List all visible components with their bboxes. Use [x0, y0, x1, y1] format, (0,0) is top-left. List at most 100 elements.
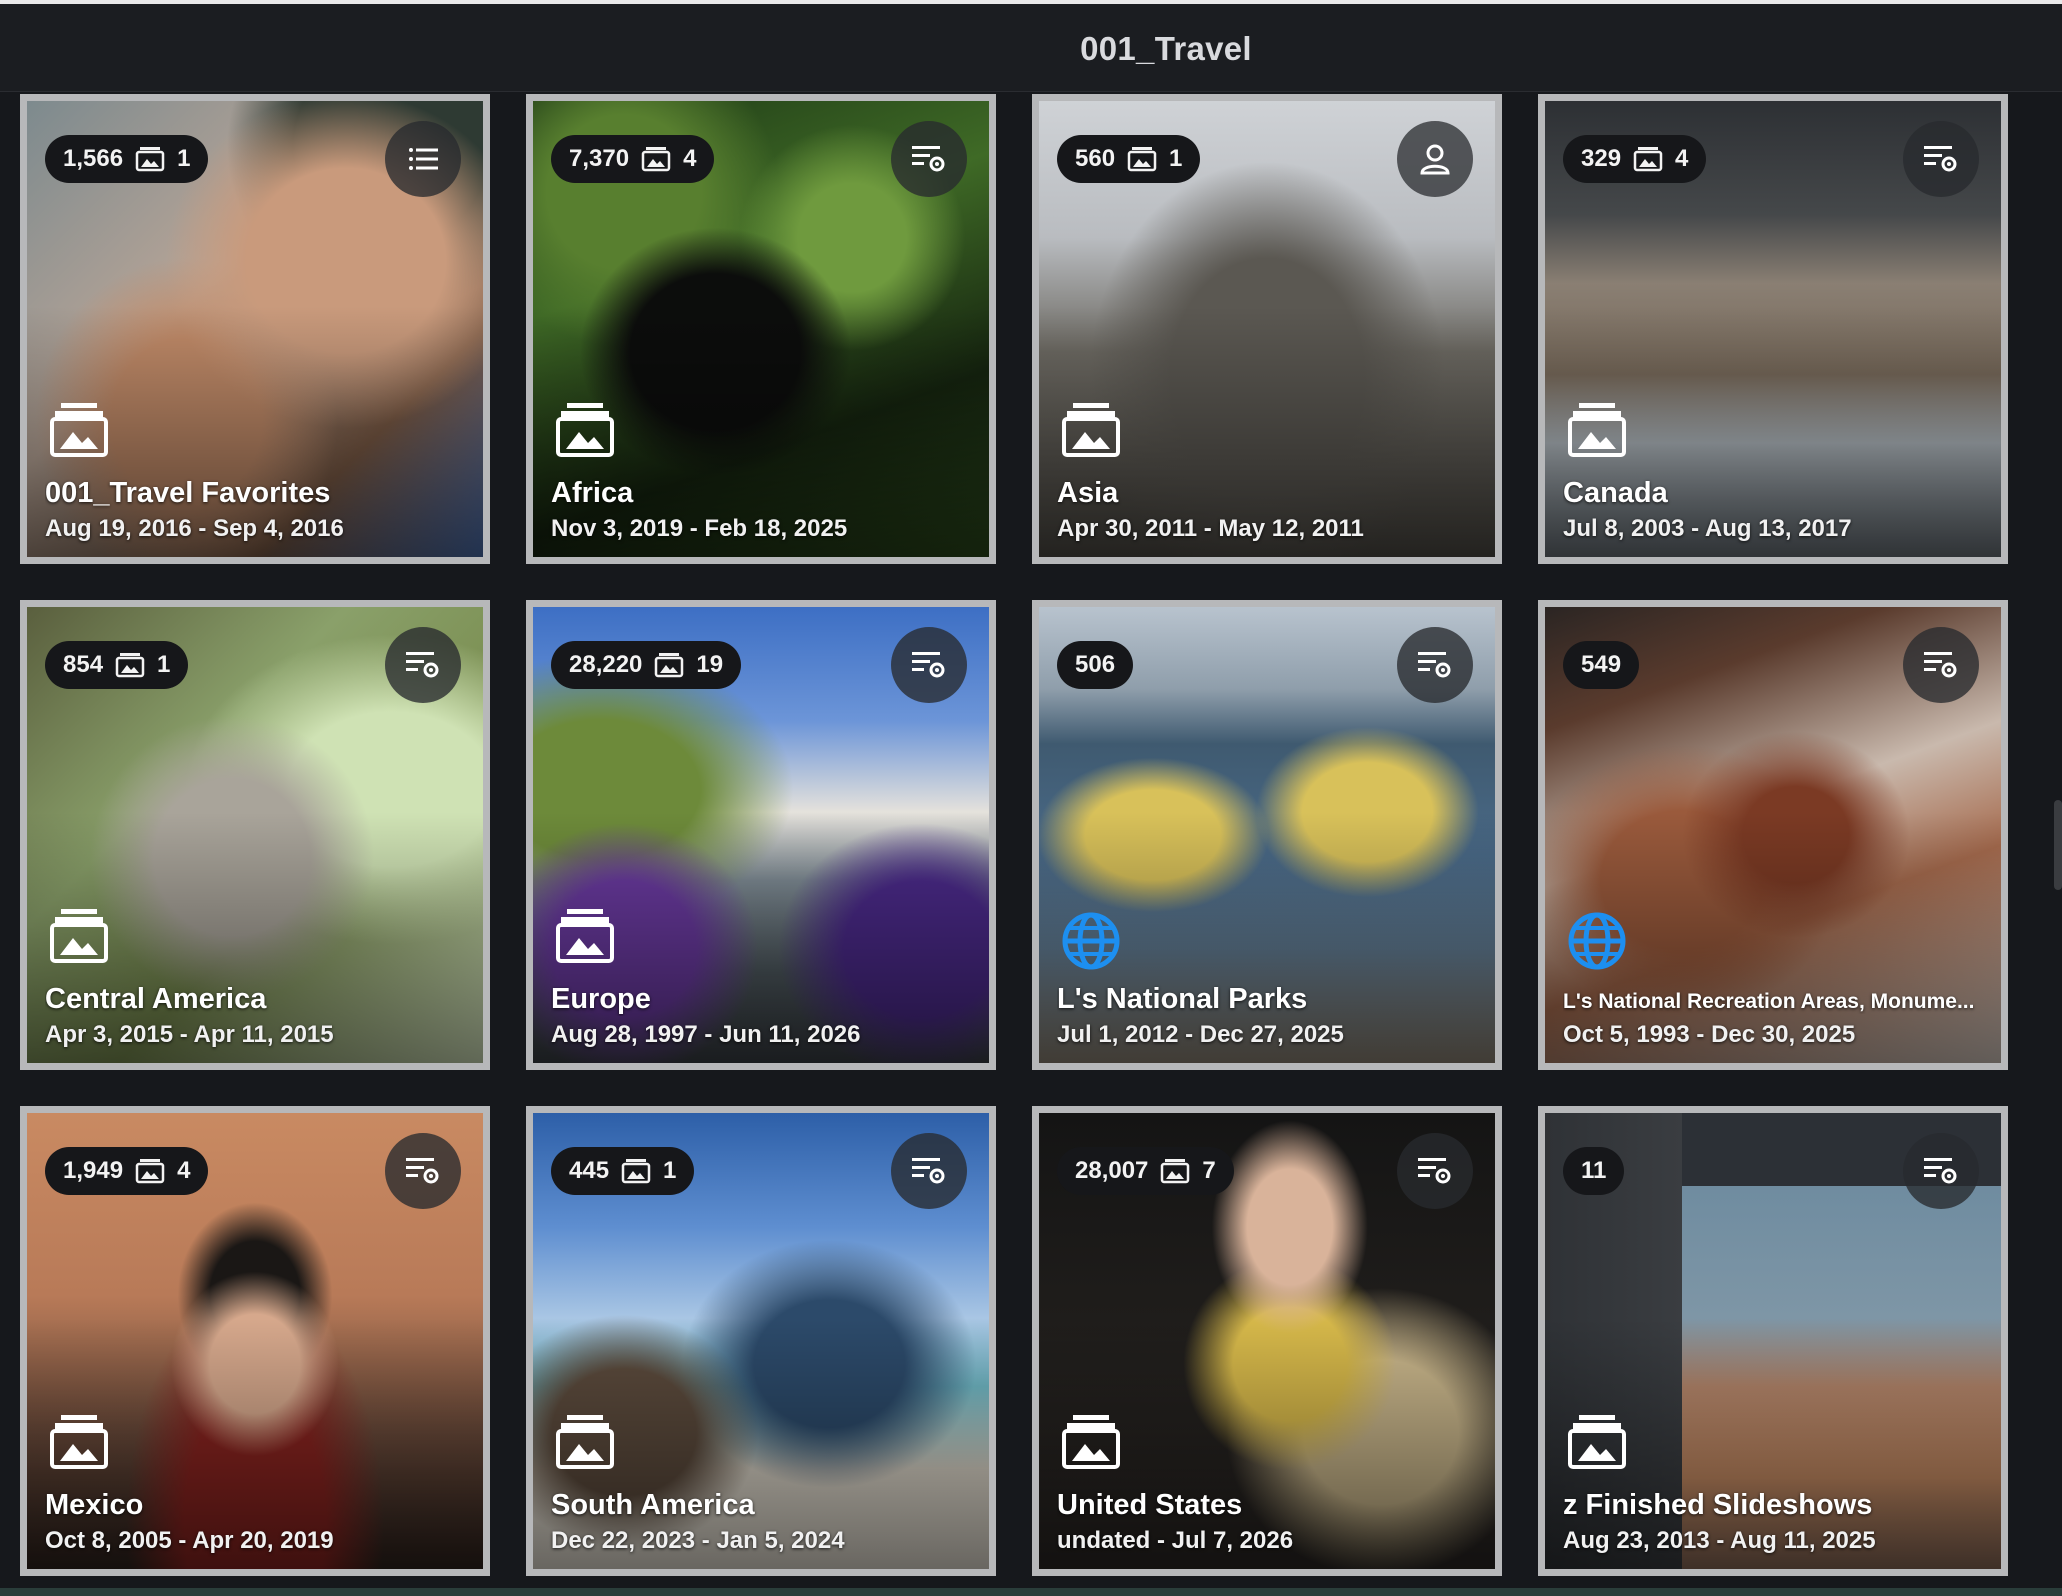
album-dates: Jul 1, 2012 - Dec 27, 2025 [1057, 1021, 1344, 1048]
photo-count: 329 [1581, 145, 1622, 172]
photo-count: 549 [1581, 651, 1622, 678]
filter-settings-button[interactable] [385, 627, 461, 703]
album-card[interactable]: 28,007 7 United States undated - Jul 7, … [1032, 1106, 1502, 1576]
album-dates: Aug 23, 2013 - Aug 11, 2025 [1563, 1527, 1876, 1554]
album-grid: 1,566 1 001_Travel Favorites Aug 19, 201… [20, 94, 2008, 1576]
album-title: z Finished Slideshows [1563, 1489, 1873, 1521]
album-card[interactable]: 1,949 4 Mexico Oct 8, 2005 - Apr 20, 201… [20, 1106, 490, 1576]
album-title: Central America [45, 983, 267, 1015]
album-card[interactable]: 560 1 Asia Apr 30, 2011 - May 12, 2011 [1032, 94, 1502, 564]
item-count-badge: 445 1 [551, 1147, 695, 1195]
album-card[interactable]: 28,220 19 Europe Aug 28, 1997 - Jun 11, … [526, 600, 996, 1070]
filter-settings-icon [1418, 652, 1451, 678]
photo-count: 1,949 [63, 1157, 124, 1184]
album-icon [1568, 1415, 1626, 1469]
filter-settings-button[interactable] [1397, 627, 1473, 703]
person-button[interactable] [1397, 121, 1473, 197]
album-card[interactable]: 549 L's National Recreation Areas, Monum… [1538, 600, 2008, 1070]
item-count-badge: 506 [1057, 641, 1134, 689]
album-card[interactable]: 11 z Finished Slideshows Aug 23, 2013 - … [1538, 1106, 2008, 1576]
filter-settings-button[interactable] [891, 1133, 967, 1209]
album-title: Canada [1563, 477, 1668, 509]
album-icon [115, 653, 145, 678]
photo-count: 28,220 [569, 651, 643, 678]
album-count: 1 [1169, 145, 1183, 172]
album-card[interactable]: 7,370 4 Africa Nov 3, 2019 - Feb 18, 202… [526, 94, 996, 564]
photo-count: 11 [1581, 1157, 1607, 1184]
filter-settings-button[interactable] [891, 121, 967, 197]
filter-settings-button[interactable] [891, 627, 967, 703]
globe-icon [1568, 912, 1626, 970]
album-title: Mexico [45, 1489, 144, 1521]
filter-settings-icon [1924, 1158, 1957, 1184]
album-icon [135, 1159, 165, 1184]
filter-settings-button[interactable] [1397, 1133, 1473, 1209]
item-count-badge: 28,007 7 [1057, 1147, 1234, 1195]
album-icon [655, 653, 684, 678]
item-count-badge: 7,370 4 [551, 135, 715, 183]
album-icon [641, 147, 671, 172]
photo-count: 854 [63, 651, 104, 678]
album-title: United States [1057, 1489, 1243, 1521]
filter-settings-icon [406, 1158, 439, 1184]
album-title: L's National Recreation Areas, Monume... [1563, 990, 1975, 1013]
filter-settings-icon [1924, 652, 1957, 678]
album-dates: Oct 5, 1993 - Dec 30, 2025 [1563, 1021, 1856, 1048]
album-dates: Apr 3, 2015 - Apr 11, 2015 [45, 1021, 334, 1048]
album-icon [1633, 147, 1663, 172]
album-icon [1127, 147, 1157, 172]
bottom-edge [0, 1588, 2062, 1596]
album-title: South America [551, 1489, 755, 1521]
photo-count: 28,007 [1075, 1157, 1149, 1184]
album-icon [556, 403, 614, 457]
album-dates: undated - Jul 7, 2026 [1057, 1527, 1294, 1554]
album-icon [1568, 403, 1626, 457]
album-icon [50, 909, 108, 963]
album-card[interactable]: 854 1 Central America Apr 3, 2015 - Apr … [20, 600, 490, 1070]
filter-settings-button[interactable] [1903, 1133, 1979, 1209]
album-icon [556, 909, 614, 963]
album-card[interactable]: 329 4 Canada Jul 8, 2003 - Aug 13, 2017 [1538, 94, 2008, 564]
album-title: 001_Travel Favorites [45, 477, 331, 509]
album-card[interactable]: 445 1 South America Dec 22, 2023 - Jan 5… [526, 1106, 996, 1576]
album-icon [1161, 1159, 1190, 1184]
album-dates: Dec 22, 2023 - Jan 5, 2024 [551, 1527, 845, 1554]
item-count-badge: 28,220 19 [551, 641, 742, 689]
filter-settings-icon [912, 652, 945, 678]
filter-settings-icon [1418, 1158, 1451, 1184]
album-card[interactable]: 506 L's National Parks Jul 1, 2012 - Dec… [1032, 600, 1502, 1070]
photo-count: 560 [1075, 145, 1116, 172]
album-icon [556, 1415, 614, 1469]
filter-settings-button[interactable] [1903, 121, 1979, 197]
item-count-badge: 1,566 1 [45, 135, 209, 183]
scrollbar[interactable] [2054, 800, 2062, 890]
list-button[interactable] [385, 121, 461, 197]
album-card[interactable]: 1,566 1 001_Travel Favorites Aug 19, 201… [20, 94, 490, 564]
filter-settings-icon [406, 652, 439, 678]
person-icon [1420, 144, 1450, 175]
filter-settings-button[interactable] [385, 1133, 461, 1209]
album-dates: Apr 30, 2011 - May 12, 2011 [1057, 515, 1364, 542]
album-icon [621, 1159, 651, 1184]
filter-settings-icon [912, 146, 945, 172]
album-icon [1062, 403, 1120, 457]
album-title: Europe [551, 983, 651, 1015]
album-count: 7 [1202, 1157, 1216, 1184]
album-dates: Jul 8, 2003 - Aug 13, 2017 [1563, 515, 1852, 542]
photo-count: 445 [569, 1157, 610, 1184]
album-count: 4 [1675, 145, 1689, 172]
photo-count: 1,566 [63, 145, 124, 172]
album-count: 19 [696, 651, 724, 678]
photo-count: 7,370 [569, 145, 630, 172]
item-count-badge: 1,949 4 [45, 1147, 209, 1195]
album-count: 4 [683, 145, 697, 172]
filter-settings-icon [1924, 146, 1957, 172]
album-icon [50, 1415, 108, 1469]
album-icon [135, 147, 165, 172]
album-icon [50, 403, 108, 457]
album-count: 4 [177, 1157, 191, 1184]
filter-settings-button[interactable] [1903, 627, 1979, 703]
item-count-badge: 560 1 [1057, 135, 1201, 183]
album-title: L's National Parks [1057, 983, 1308, 1015]
album-dates: Nov 3, 2019 - Feb 18, 2025 [551, 515, 848, 542]
